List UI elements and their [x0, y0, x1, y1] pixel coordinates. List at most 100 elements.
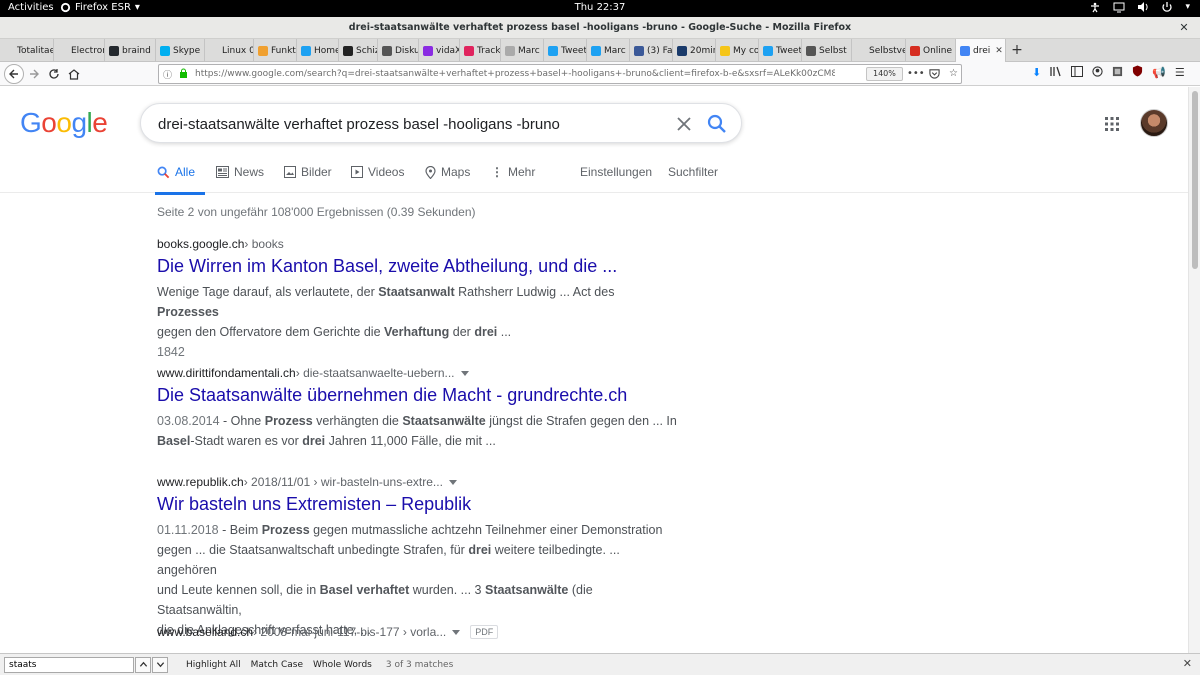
- browser-tab[interactable]: Tracki: [460, 39, 501, 62]
- result-url[interactable]: www.baselland.ch › 2008-mai-juni-117-bis…: [157, 625, 677, 639]
- browser-tab[interactable]: Marc: [501, 39, 544, 62]
- site-info-icon[interactable]: ⓘ: [163, 68, 177, 81]
- home-button[interactable]: [64, 64, 84, 84]
- snippet-text: Wenige Tage darauf, als verlautete, der: [157, 285, 379, 299]
- result-url[interactable]: books.google.ch › books: [157, 237, 677, 251]
- activities-button[interactable]: Activities: [8, 2, 54, 13]
- search-input[interactable]: [158, 112, 648, 136]
- browser-tab[interactable]: (3) Fac: [630, 39, 673, 62]
- chevron-down-icon[interactable]: [460, 370, 469, 376]
- tab-close-icon[interactable]: ✕: [995, 46, 1003, 56]
- arrow-left-icon: [9, 69, 18, 78]
- snippet-text: ...: [497, 325, 512, 339]
- ublock-icon[interactable]: [1132, 65, 1143, 80]
- tab-label: Marc: [604, 45, 626, 56]
- system-tray[interactable]: ▾: [1089, 1, 1190, 13]
- snippet-text: -Stadt waren es vor: [190, 434, 303, 448]
- app-menu[interactable]: Firefox ESR ▾: [60, 2, 140, 13]
- image-icon: [284, 166, 296, 178]
- tab-label: Funkti: [271, 45, 297, 56]
- chevron-down-icon[interactable]: [452, 629, 461, 635]
- tab-more[interactable]: ⋮ Mehr: [491, 165, 535, 179]
- account-icon[interactable]: [1092, 65, 1103, 80]
- result-title-link[interactable]: Die Staatsanwälte übernehmen die Macht -…: [157, 385, 677, 406]
- clear-icon[interactable]: [673, 113, 695, 135]
- browser-tab[interactable]: My co: [716, 39, 759, 62]
- chevron-down-icon[interactable]: [448, 479, 457, 485]
- window-close-button[interactable]: ✕: [1178, 22, 1190, 34]
- home-icon: [68, 68, 80, 80]
- snippet-bold: drei: [468, 543, 492, 557]
- browser-tab[interactable]: Totalitaer: [0, 39, 54, 62]
- browser-tab[interactable]: Online: [906, 39, 956, 62]
- megaphone-icon[interactable]: 📢: [1152, 66, 1166, 79]
- library-icon[interactable]: [1050, 66, 1062, 80]
- browser-tab[interactable]: Funkti: [254, 39, 297, 62]
- browser-tab[interactable]: Electronic: [54, 39, 105, 62]
- result-domain: www.dirittifondamentali.ch: [157, 366, 296, 380]
- menu-icon[interactable]: ☰: [1175, 66, 1185, 79]
- result-url[interactable]: www.dirittifondamentali.ch › die-staatsa…: [157, 366, 677, 380]
- search-icon[interactable]: [706, 113, 728, 135]
- result-url[interactable]: www.republik.ch › 2018/11/01 › wir-baste…: [157, 475, 677, 489]
- tab-label: drei: [973, 45, 991, 56]
- accessibility-icon: [1091, 2, 1100, 13]
- browser-tab[interactable]: Disku: [378, 39, 419, 62]
- browser-tab[interactable]: drei ✕: [956, 39, 1006, 62]
- forward-button[interactable]: [24, 64, 44, 84]
- match-case-toggle[interactable]: Match Case: [251, 660, 303, 670]
- favicon-icon: [209, 45, 219, 56]
- avatar[interactable]: [1140, 109, 1168, 137]
- result-title-link[interactable]: Wir basteln uns Extremisten – Republik: [157, 494, 677, 515]
- browser-tab[interactable]: braind: [105, 39, 156, 62]
- browser-tab[interactable]: 20min: [673, 39, 716, 62]
- browser-tab[interactable]: Marc: [587, 39, 630, 62]
- reload-button[interactable]: [44, 64, 64, 84]
- extension-icon[interactable]: [1112, 66, 1123, 80]
- tab-images[interactable]: Bilder: [284, 165, 332, 179]
- google-apps-icon[interactable]: [1104, 116, 1120, 132]
- browser-tab[interactable]: Tweet: [544, 39, 587, 62]
- new-tab-button[interactable]: +: [1006, 39, 1028, 61]
- tab-maps[interactable]: Maps: [425, 165, 470, 179]
- tab-settings[interactable]: Einstellungen: [580, 165, 652, 179]
- page-actions-icon[interactable]: •••: [907, 68, 925, 79]
- lock-icon[interactable]: [179, 68, 189, 81]
- close-icon[interactable]: ✕: [1183, 657, 1192, 670]
- chevron-down-icon: [156, 662, 164, 668]
- tab-news[interactable]: News: [216, 165, 264, 179]
- tab-videos[interactable]: Videos: [351, 165, 404, 179]
- clock[interactable]: Thu 22:37: [0, 2, 1200, 13]
- bookmark-star-icon[interactable]: ☆: [949, 68, 958, 79]
- tab-all[interactable]: Alle: [155, 165, 206, 195]
- url-text[interactable]: https://www.google.com/search?q=drei-sta…: [195, 69, 835, 79]
- find-previous-button[interactable]: [135, 656, 151, 673]
- highlight-all-toggle[interactable]: Highlight All: [186, 660, 241, 670]
- scrollbar-thumb[interactable]: [1192, 91, 1198, 269]
- google-logo[interactable]: Google: [20, 107, 108, 139]
- browser-tab[interactable]: vidaXL: [419, 39, 460, 62]
- browser-tab[interactable]: Skype: [156, 39, 205, 62]
- whole-words-toggle[interactable]: Whole Words: [313, 660, 372, 670]
- browser-tab[interactable]: Selbst: [802, 39, 852, 62]
- tab-tools[interactable]: Suchfilter: [668, 165, 718, 179]
- result-title-link[interactable]: Die Wirren im Kanton Basel, zweite Abthe…: [157, 256, 677, 277]
- url-bar[interactable]: ⓘ https://www.google.com/search?q=drei-s…: [158, 64, 962, 84]
- browser-tab[interactable]: Selbstver: [852, 39, 906, 62]
- browser-tab[interactable]: Home: [297, 39, 339, 62]
- pocket-icon[interactable]: [929, 68, 940, 82]
- browser-tab[interactable]: Linux 0.0: [205, 39, 254, 62]
- find-input[interactable]: [4, 656, 134, 673]
- tab-label: Marc: [518, 45, 540, 56]
- result-stats: Seite 2 von ungefähr 108'000 Ergebnissen…: [157, 205, 476, 219]
- find-next-button[interactable]: [152, 656, 168, 673]
- favicon-icon: [4, 45, 14, 56]
- zoom-level-button[interactable]: 140%: [866, 67, 903, 81]
- back-button[interactable]: [4, 63, 24, 84]
- tab-label: Tweet: [776, 45, 802, 56]
- browser-tab[interactable]: Tweet: [759, 39, 802, 62]
- sidebar-icon[interactable]: [1071, 65, 1084, 80]
- downloads-icon[interactable]: ⬇: [1032, 66, 1041, 79]
- page-scrollbar[interactable]: [1188, 87, 1200, 653]
- browser-tab[interactable]: Schizo: [339, 39, 378, 62]
